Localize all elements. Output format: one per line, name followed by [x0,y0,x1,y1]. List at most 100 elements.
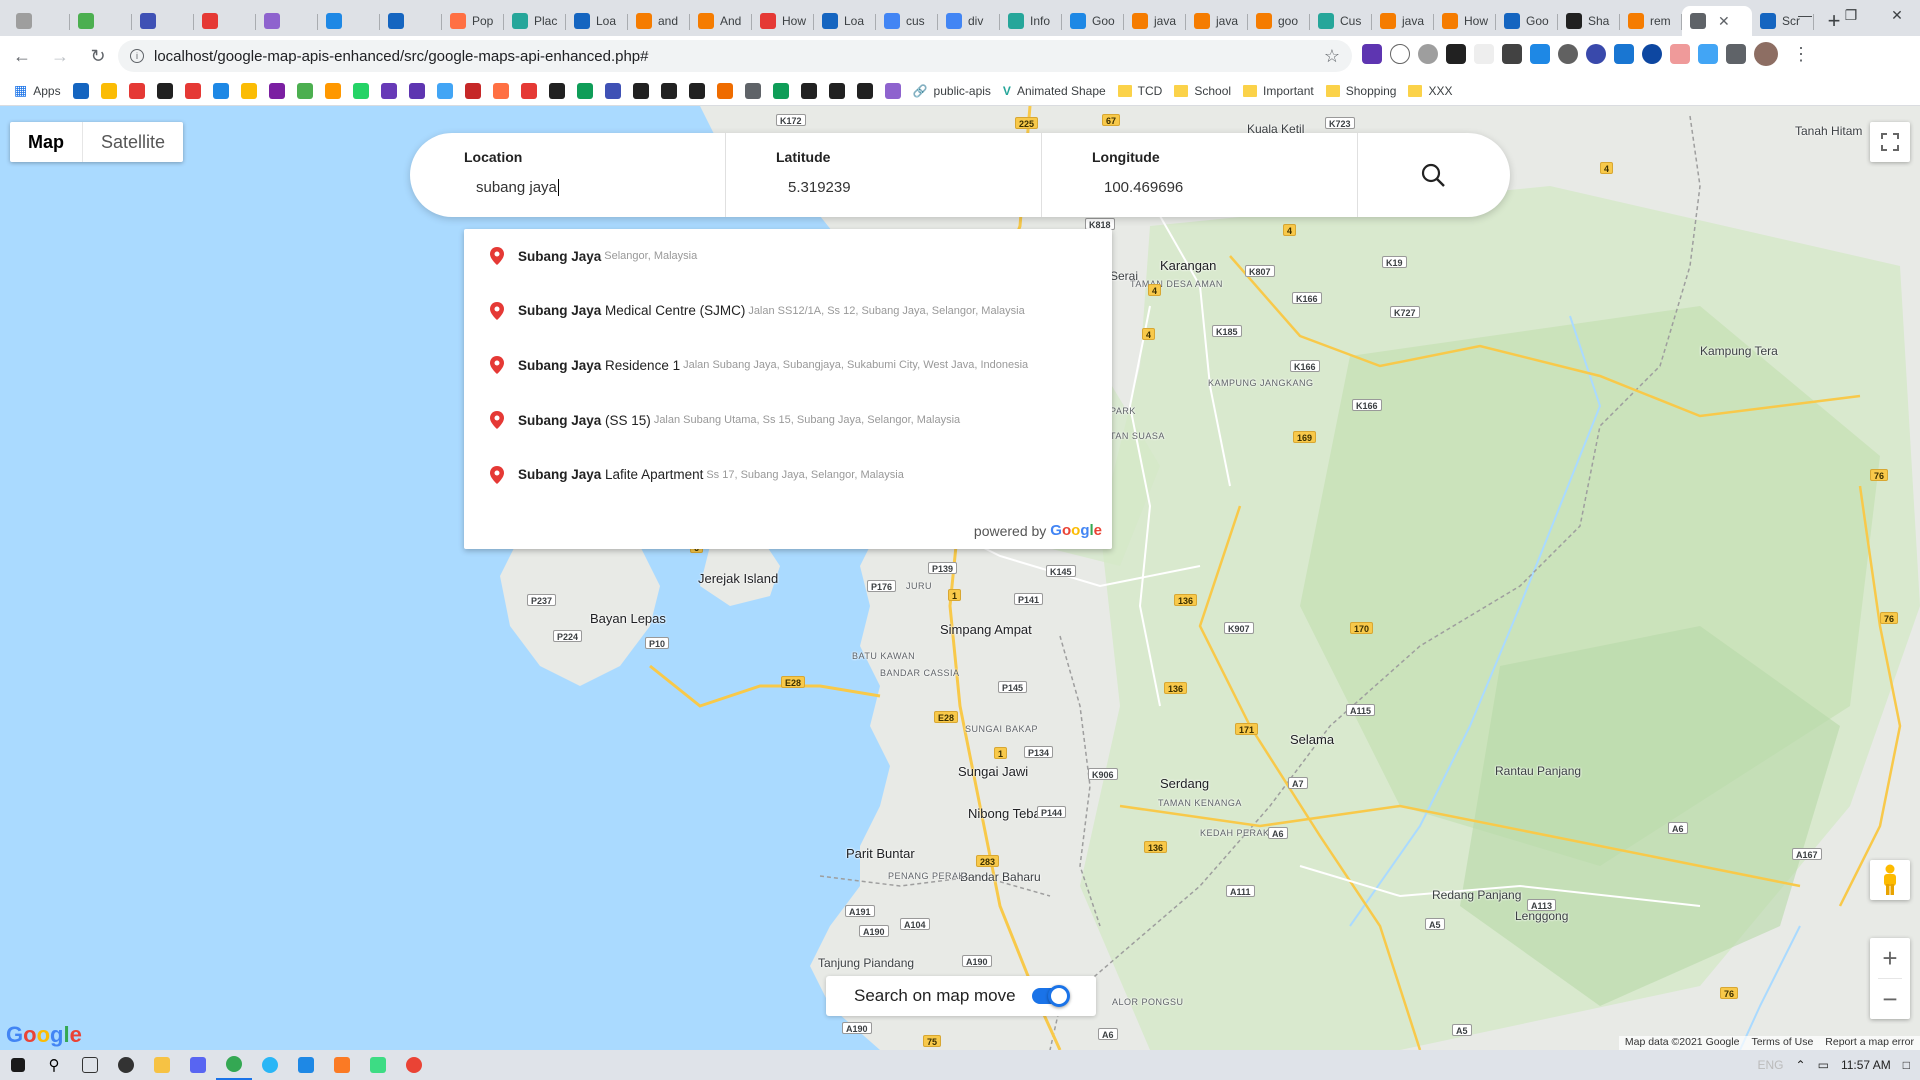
search-button[interactable] [1358,133,1508,217]
browser-tab[interactable]: Sha [1558,6,1620,36]
bookmark-favicon-icon[interactable] [156,82,173,99]
bookmark-favicon-icon[interactable] [688,82,705,99]
browser-tab[interactable]: java [1186,6,1248,36]
bookmark-favicon-icon[interactable] [184,82,201,99]
zoom-out-button[interactable]: − [1870,979,1910,1019]
reload-icon[interactable]: ↻ [82,40,114,72]
browser-tab[interactable]: Pop [442,6,504,36]
notifications-icon[interactable]: □ [1903,1058,1910,1072]
puzzle-icon[interactable] [1726,44,1746,64]
bookmark-favicon-icon[interactable] [436,82,453,99]
extension-icon[interactable] [1670,44,1690,64]
bookmark-favicon-icon[interactable] [632,82,649,99]
address-bar[interactable]: i localhost/google-map-apis-enhanced/src… [118,40,1352,72]
chevron-up-icon[interactable]: ⌃ [1796,1058,1806,1072]
url-text[interactable]: localhost/google-map-apis-enhanced/src/g… [154,48,648,65]
bookmark-favicon-icon[interactable] [296,82,313,99]
language-indicator[interactable]: ENG [1758,1058,1784,1072]
bookmark-favicon-icon[interactable] [352,82,369,99]
browser-tab[interactable] [380,6,442,36]
extension-icon[interactable] [1362,44,1382,64]
browser-menu-icon[interactable]: ⋮ [1792,44,1810,65]
bookmark-favicon-icon[interactable] [268,82,285,99]
extension-icon[interactable] [1614,44,1634,64]
browser-tab[interactable]: rem [1620,6,1682,36]
vscode-icon[interactable] [288,1050,324,1080]
browser-tab[interactable] [132,6,194,36]
extension-icon[interactable] [1530,44,1550,64]
bookmark-folder[interactable]: Important [1243,84,1314,98]
bookmark-star-icon[interactable]: ☆ [1324,46,1340,67]
search-taskbar-icon[interactable]: ⚲ [36,1050,72,1080]
browser-tab[interactable]: Loa [814,6,876,36]
back-icon[interactable]: ← [6,40,38,72]
bookmark-favicon-icon[interactable] [744,82,761,99]
autocomplete-item[interactable]: Subang Jaya Selangor, Malaysia [464,229,1112,284]
bookmark-folder[interactable]: School [1174,84,1231,98]
windows-start-icon[interactable] [0,1050,36,1080]
report-error-link[interactable]: Report a map error [1825,1036,1914,1050]
bookmark-favicon-icon[interactable] [100,82,117,99]
telegram-icon[interactable] [252,1050,288,1080]
browser-tab[interactable] [194,6,256,36]
browser-tab[interactable] [8,6,70,36]
latitude-field[interactable]: Latitude 5.319239 [726,133,1042,217]
app-icon[interactable] [108,1050,144,1080]
bookmark-favicon-icon[interactable] [772,82,789,99]
zoom-in-button[interactable]: + [1870,938,1910,978]
browser-tab[interactable]: Loa [566,6,628,36]
bookmark-favicon-icon[interactable] [212,82,229,99]
bookmark-folder[interactable]: XXX [1408,84,1452,98]
latitude-input[interactable]: 5.319239 [788,179,852,196]
browser-tab[interactable]: cus [876,6,938,36]
bookmark-favicon-icon[interactable] [660,82,677,99]
bookmark-animated-shape[interactable]: V Animated Shape [1003,84,1106,98]
extension-icon[interactable] [1586,44,1606,64]
browser-tab[interactable]: and [628,6,690,36]
street-view-pegman[interactable] [1870,860,1910,900]
search-on-move-toggle[interactable] [1032,985,1070,1007]
bookmark-favicon-icon[interactable] [128,82,145,99]
bookmark-favicon-icon[interactable] [72,82,89,99]
app-icon[interactable] [360,1050,396,1080]
bookmark-folder[interactable]: TCD [1117,84,1162,98]
browser-tab[interactable]: Info [1000,6,1062,36]
bookmark-favicon-icon[interactable] [408,82,425,99]
bookmark-public-apis[interactable]: 🔗 public-apis [913,84,991,98]
bookmark-favicon-icon[interactable] [324,82,341,99]
close-window-icon[interactable]: ✕ [1874,0,1920,30]
extension-icon[interactable] [1698,44,1718,64]
longitude-input[interactable]: 100.469696 [1104,179,1184,196]
cloud-icon[interactable] [1390,44,1410,64]
autocomplete-item[interactable]: Subang Jaya Lafite Apartment Ss 17, Suban… [464,447,1112,502]
extension-icon[interactable] [1446,44,1466,64]
bookmark-favicon-icon[interactable] [380,82,397,99]
minimize-icon[interactable]: — [1782,0,1828,30]
browser-tab[interactable]: How [752,6,814,36]
bookmark-apps[interactable]: ▦ Apps [14,82,61,99]
autocomplete-item[interactable]: Subang Jaya (SS 15) Jalan Subang Utama, S… [464,393,1112,448]
forward-icon[interactable]: → [44,40,76,72]
extension-icon[interactable] [1502,44,1522,64]
bookmark-favicon-icon[interactable] [828,82,845,99]
bookmark-favicon-icon[interactable] [576,82,593,99]
tab-active[interactable]: ✕ [1682,6,1752,36]
bookmark-favicon-icon[interactable] [492,82,509,99]
extension-icon[interactable] [1474,44,1494,64]
longitude-field[interactable]: Longitude 100.469696 [1042,133,1358,217]
task-view-icon[interactable] [72,1050,108,1080]
autocomplete-item[interactable]: Subang Jaya Medical Centre (SJMC) Jalan S… [464,284,1112,339]
bookmark-favicon-icon[interactable] [856,82,873,99]
extension-icon[interactable] [1558,44,1578,64]
map-type-satellite-button[interactable]: Satellite [83,122,183,162]
bookmark-favicon-icon[interactable] [604,82,621,99]
extension-icon[interactable] [1418,44,1438,64]
chrome-icon[interactable] [396,1050,432,1080]
browser-tab[interactable]: java [1372,6,1434,36]
bookmark-favicon-icon[interactable] [884,82,901,99]
bookmark-favicon-icon[interactable] [520,82,537,99]
extension-icon[interactable] [1642,44,1662,64]
map-type-map-button[interactable]: Map [10,122,83,162]
location-input[interactable]: subang jaya [476,179,559,196]
bookmark-favicon-icon[interactable] [548,82,565,99]
